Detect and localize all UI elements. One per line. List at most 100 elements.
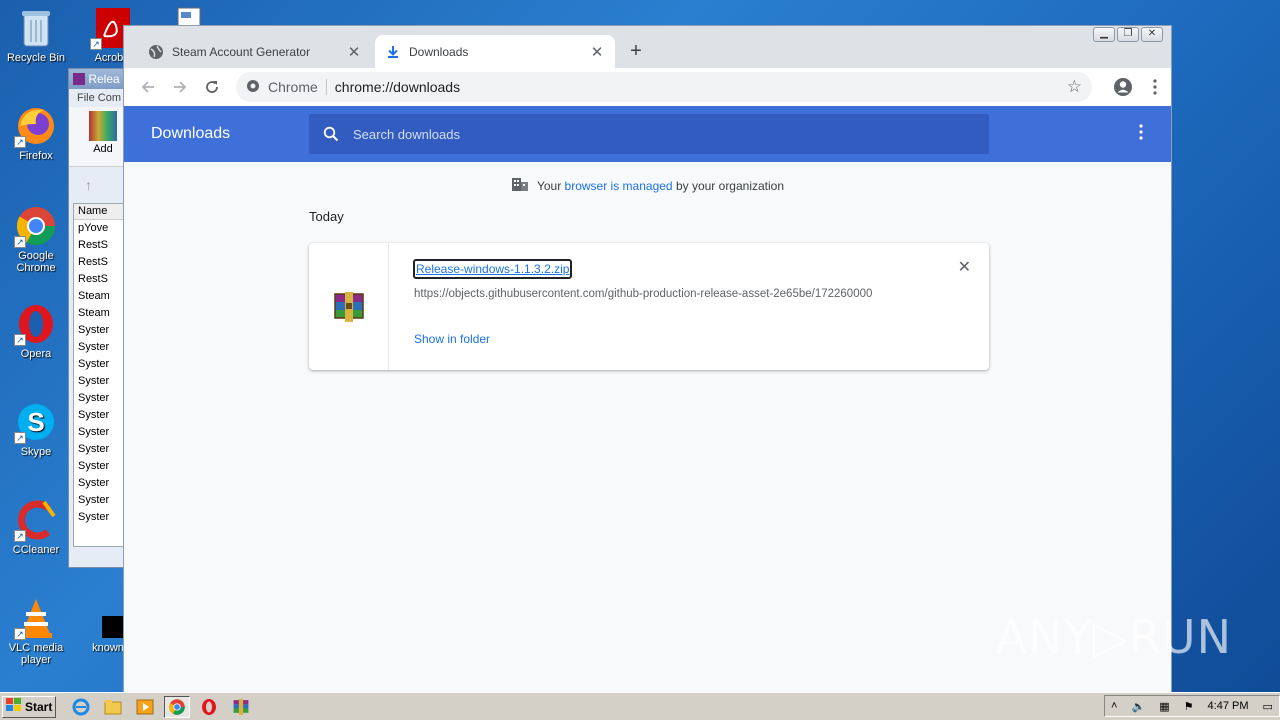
desktop-icon-firefox[interactable]: ↗ Firefox xyxy=(0,104,72,162)
file-row[interactable]: Syster xyxy=(74,339,124,356)
file-row[interactable]: Syster xyxy=(74,475,124,492)
managed-notice: Your browser is managed by your organiza… xyxy=(124,176,1171,195)
anyrun-watermark: ANY▷RUN xyxy=(995,610,1232,664)
desktop-icon-label: CCleaner xyxy=(12,544,60,556)
tray-app-icon[interactable]: ▦ xyxy=(1159,700,1169,713)
download-filename-link[interactable]: Release-windows-1.1.3.2.zip xyxy=(413,259,573,279)
browser-toolbar: Chrome chrome://downloads ☆ xyxy=(124,68,1171,106)
file-row[interactable]: Syster xyxy=(74,373,124,390)
chrome-icon: ↗ xyxy=(14,204,58,248)
new-tab-button[interactable]: + xyxy=(624,40,648,64)
file-row[interactable]: Syster xyxy=(74,458,124,475)
account-icon xyxy=(1114,78,1132,96)
file-row[interactable]: RestS xyxy=(74,254,124,271)
add-label: Add xyxy=(93,143,113,155)
desktop-icon-label: Recycle Bin xyxy=(6,52,66,64)
desktop-icon-label: Skype xyxy=(20,446,52,458)
taskbar: Start ˄ 🔈 ▦ ⚑ 4:47 PM ▭ xyxy=(0,692,1280,720)
remove-download-icon[interactable]: ✕ xyxy=(958,257,971,277)
background-winrar-window[interactable]: Relea File Com Add ↑ Name pYove RestS Rest… xyxy=(68,68,126,568)
tab-downloads[interactable]: Downloads ✕ xyxy=(375,35,615,68)
system-tray: ˄ 🔈 ▦ ⚑ 4:47 PM ▭ xyxy=(1104,695,1280,717)
globe-icon xyxy=(148,44,164,60)
show-desktop-icon[interactable]: ▭ xyxy=(1263,700,1273,713)
taskbar-chrome-icon[interactable] xyxy=(164,695,190,718)
desktop-icon-chrome[interactable]: ↗ Google Chrome xyxy=(0,204,72,274)
column-header-name[interactable]: Name xyxy=(74,204,124,220)
managed-link[interactable]: browser is managed xyxy=(565,179,673,193)
winrar-icon xyxy=(73,73,85,85)
desktop-icon-recycle-bin[interactable]: Recycle Bin xyxy=(0,6,72,64)
maximize-button[interactable]: ❐ xyxy=(1117,27,1139,42)
file-row[interactable]: Syster xyxy=(74,424,124,441)
tab-strip: Steam Account Generator ✕ Downloads ✕ + … xyxy=(124,26,1171,68)
search-input[interactable] xyxy=(353,126,953,142)
forward-button[interactable] xyxy=(164,73,196,101)
taskbar-media-player-icon[interactable] xyxy=(132,696,158,718)
more-vert-icon xyxy=(1139,124,1143,140)
start-button[interactable]: Start xyxy=(2,695,56,718)
taskbar-explorer-icon[interactable] xyxy=(100,696,126,718)
reload-button[interactable] xyxy=(196,73,228,101)
add-button[interactable]: Add xyxy=(89,111,117,155)
omnibox[interactable]: Chrome chrome://downloads ☆ xyxy=(236,72,1092,102)
tray-expand-icon[interactable]: ˄ xyxy=(1111,700,1117,712)
taskbar-opera-icon[interactable] xyxy=(196,696,222,718)
search-box[interactable] xyxy=(309,114,989,154)
file-row[interactable]: RestS xyxy=(74,271,124,288)
building-icon xyxy=(511,176,529,195)
svg-text:S: S xyxy=(27,407,44,437)
desktop: Recycle Bin ↗ Acroba ↗ Firefox ↗ Google … xyxy=(0,0,1280,693)
shortcut-arrow-icon: ↗ xyxy=(14,236,26,248)
downloads-header: Downloads xyxy=(124,106,1171,162)
winrar-file-list[interactable]: Name pYove RestS RestS RestS Steam Steam Syste… xyxy=(73,203,125,547)
page-title: Downloads xyxy=(151,125,231,142)
file-row[interactable]: Syster xyxy=(74,492,124,509)
clock[interactable]: 4:47 PM xyxy=(1208,700,1249,712)
tab-close-icon[interactable]: ✕ xyxy=(346,43,362,61)
recycle-bin-icon xyxy=(14,6,58,50)
file-row[interactable]: pYove xyxy=(74,220,124,237)
file-row[interactable]: RestS xyxy=(74,237,124,254)
minimize-button[interactable]: ▁ xyxy=(1093,27,1115,42)
desktop-icon-vlc[interactable]: ↗ VLC media player xyxy=(0,596,72,666)
winrar-menu[interactable]: File Com xyxy=(69,89,125,107)
bookmark-star-icon[interactable]: ☆ xyxy=(1067,77,1082,97)
close-window-button[interactable]: ✕ xyxy=(1141,27,1163,42)
firefox-icon: ↗ xyxy=(14,104,58,148)
downloads-page: Downloads Your browser is managed xyxy=(124,106,1171,692)
download-source-url[interactable]: https://objects.githubusercontent.com/gi… xyxy=(414,288,914,300)
taskbar-ie-icon[interactable] xyxy=(68,696,94,718)
file-row[interactable]: Syster xyxy=(74,509,124,526)
tab-close-icon[interactable]: ✕ xyxy=(589,43,605,61)
desktop-icon-skype[interactable]: S ↗ Skype xyxy=(0,400,72,458)
file-row[interactable]: Steam xyxy=(74,305,124,322)
search-icon xyxy=(309,126,353,142)
file-row[interactable]: Syster xyxy=(74,441,124,458)
flag-icon[interactable]: ⚑ xyxy=(1184,700,1194,713)
omnibox-url[interactable]: chrome://downloads xyxy=(335,79,460,95)
shortcut-arrow-icon: ↗ xyxy=(14,334,26,346)
taskbar-winrar-icon[interactable] xyxy=(228,696,254,718)
download-icon xyxy=(385,44,401,60)
file-row[interactable]: Steam xyxy=(74,288,124,305)
profile-button[interactable] xyxy=(1107,71,1139,103)
omnibox-site-label: Chrome xyxy=(268,79,318,95)
tab-title: Steam Account Generator xyxy=(172,44,311,59)
downloads-menu-button[interactable] xyxy=(1139,124,1143,144)
volume-icon[interactable]: 🔈 xyxy=(1131,700,1145,713)
chrome-menu-button[interactable] xyxy=(1139,71,1171,103)
file-row[interactable]: Syster xyxy=(74,390,124,407)
desktop-icon-ccleaner[interactable]: ↗ CCleaner xyxy=(0,498,72,556)
up-arrow-icon[interactable]: ↑ xyxy=(85,177,92,193)
back-button[interactable] xyxy=(132,73,164,101)
winrar-titlebar[interactable]: Relea xyxy=(69,69,125,89)
desktop-icon-opera[interactable]: ↗ Opera xyxy=(0,302,72,360)
file-row[interactable]: Syster xyxy=(74,322,124,339)
tab-steam-account-generator[interactable]: Steam Account Generator ✕ xyxy=(138,35,372,68)
file-row[interactable]: Syster xyxy=(74,356,124,373)
show-in-folder-link[interactable]: Show in folder xyxy=(414,332,490,346)
file-row[interactable]: Syster xyxy=(74,407,124,424)
skype-icon: S ↗ xyxy=(14,400,58,444)
shortcut-arrow-icon: ↗ xyxy=(14,432,26,444)
